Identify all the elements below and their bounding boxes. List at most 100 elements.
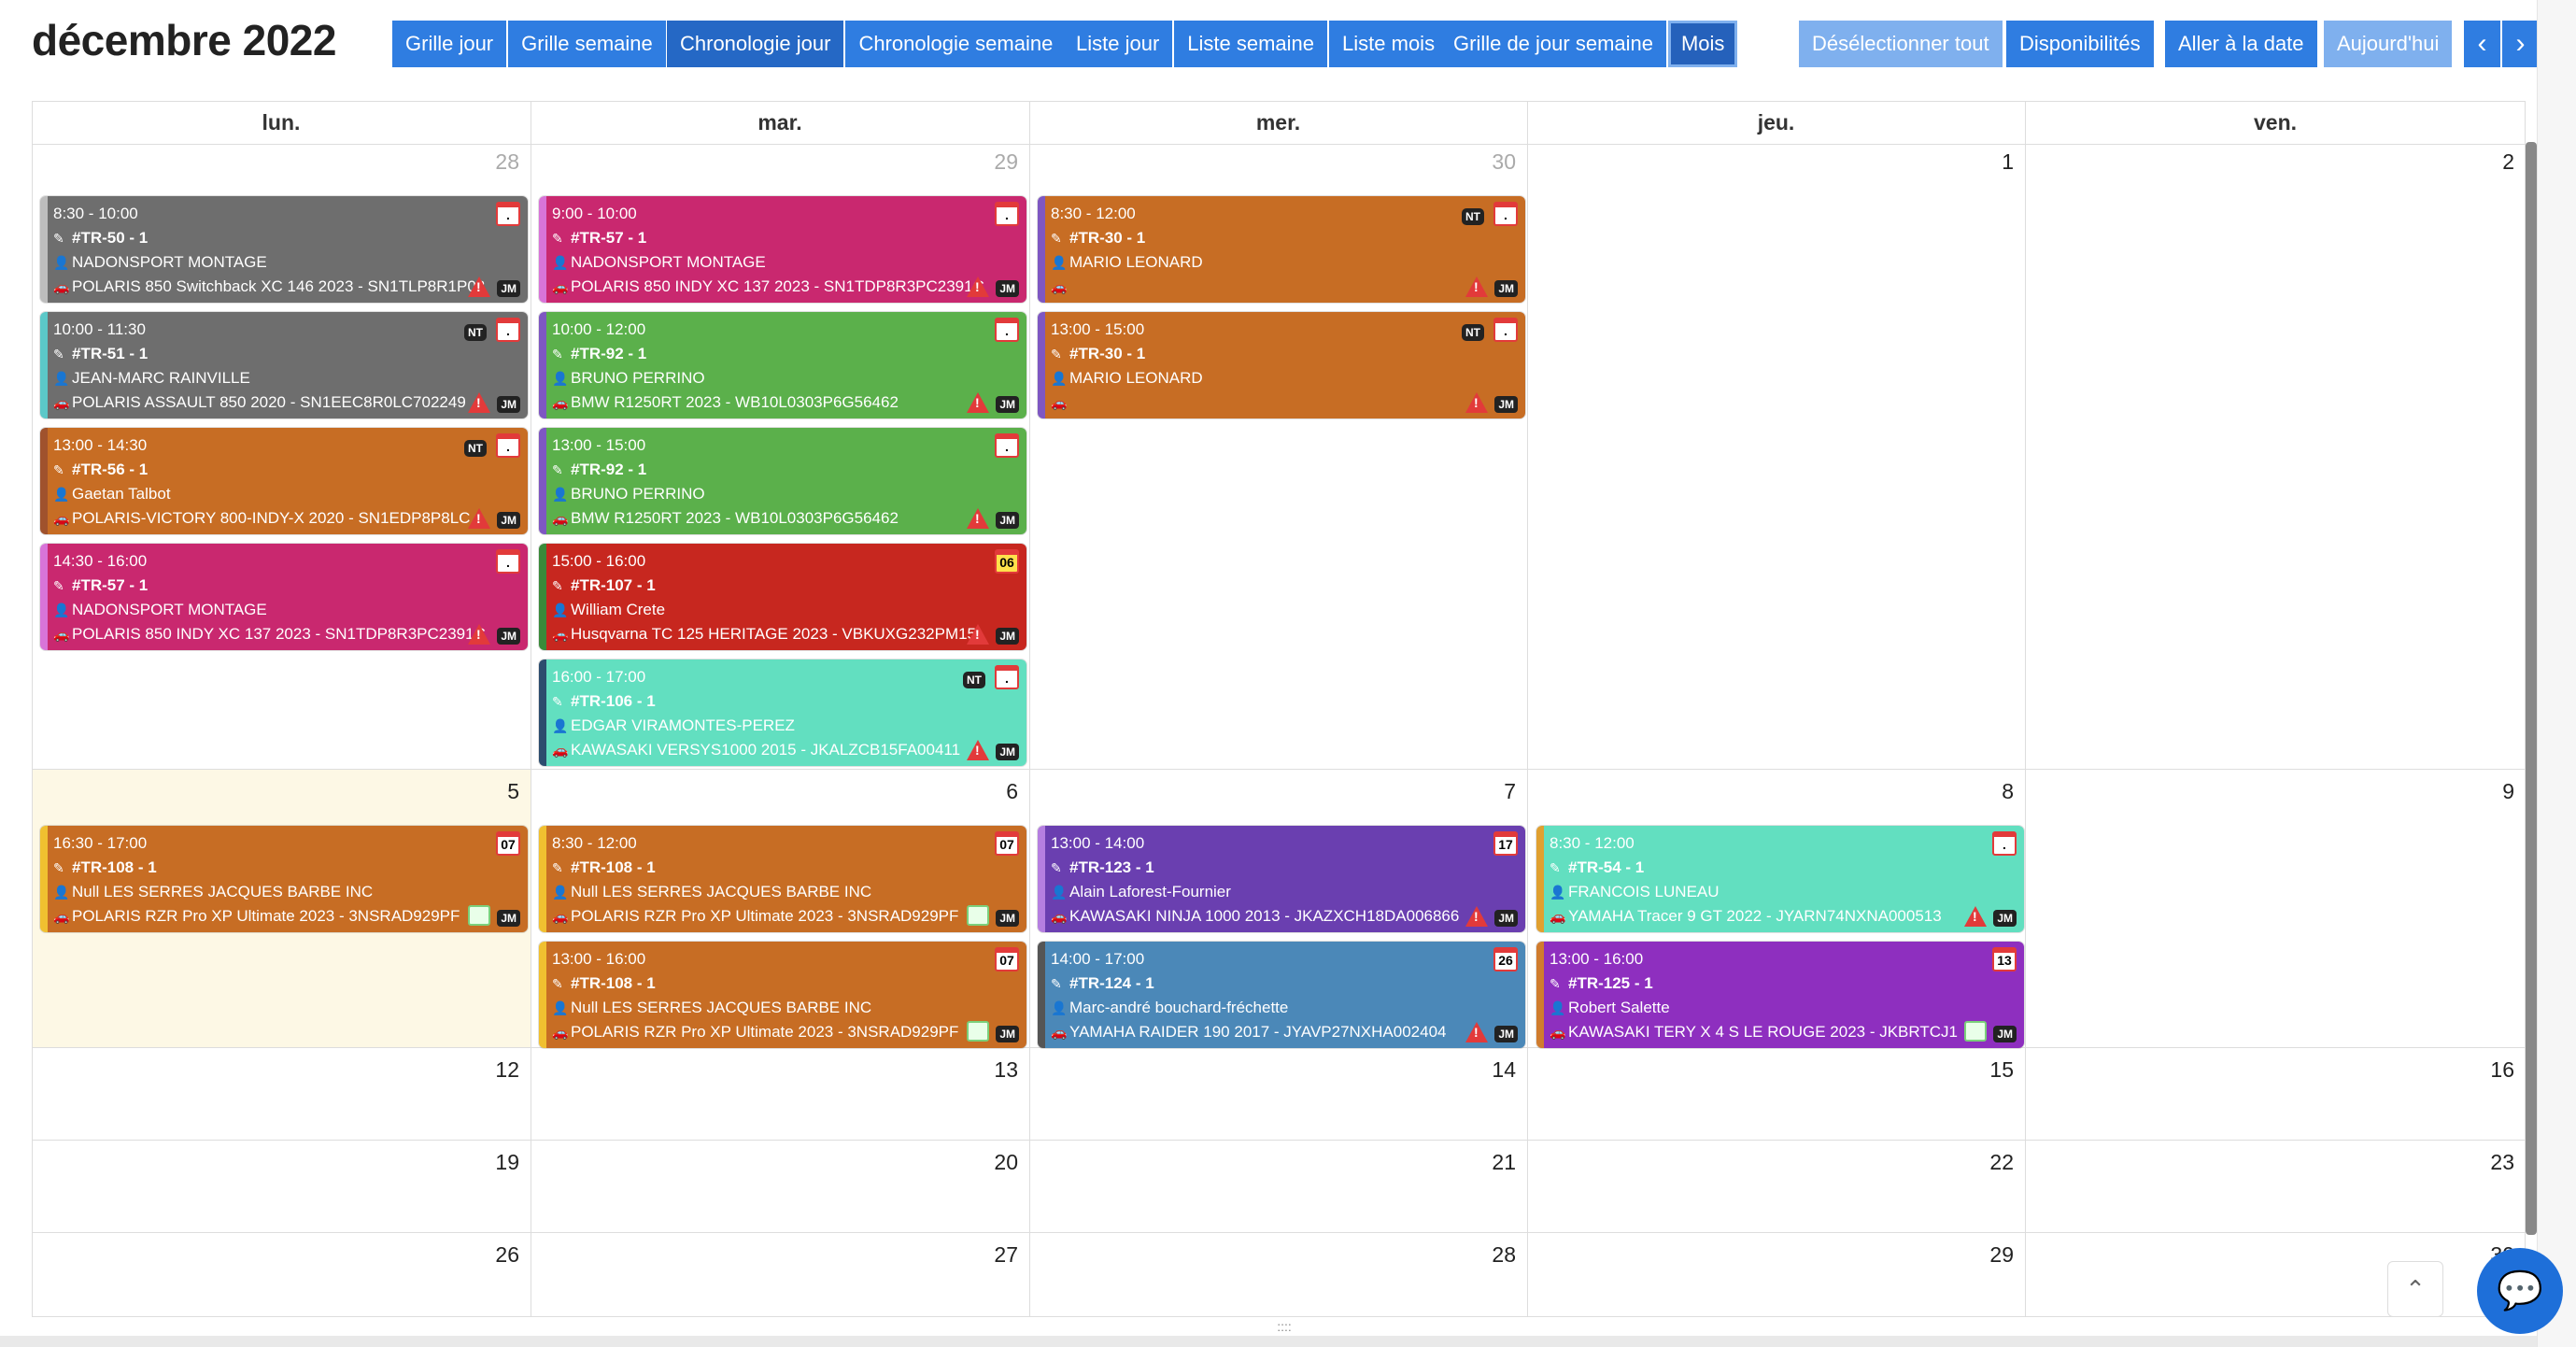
calendar-icon[interactable]: 06 [995, 549, 1019, 574]
day-number[interactable]: 9 [2025, 779, 2514, 804]
calendar-event[interactable]: 13:00 - 14:00 ✎ #TR-123 - 1 👤 Alain Laforest… [1038, 826, 1525, 932]
day-number[interactable]: 15 [1527, 1057, 2014, 1083]
calendar-icon[interactable]: 07 [496, 831, 520, 856]
btn-month[interactable]: Mois [1667, 21, 1738, 67]
ref-icon: ✎ [1051, 860, 1062, 875]
day-number[interactable]: 23 [2025, 1150, 2514, 1175]
btn-list-week[interactable]: Liste semaine [1174, 21, 1328, 67]
day-number[interactable]: 22 [1527, 1150, 2014, 1175]
calendar-event[interactable]: 13:00 - 15:00 ✎ #TR-92 - 1 👤 BRUNO PERRINO 🚗 B… [539, 428, 1026, 534]
day-number[interactable]: 14 [1029, 1057, 1516, 1083]
btn-timeline-day[interactable]: Chronologie jour [667, 21, 844, 67]
scrollbar-track[interactable] [2537, 0, 2576, 1347]
calendar-event[interactable]: 8:30 - 12:00 ✎ #TR-108 - 1 👤 Null LES SERRES… [539, 826, 1026, 932]
client-icon: 👤 [1550, 885, 1566, 900]
calendar-icon[interactable]: 07 [995, 831, 1019, 856]
assignee-badge: JM [497, 910, 520, 927]
day-number[interactable]: 6 [531, 779, 1018, 804]
scrollbar-thumb[interactable] [2526, 142, 2537, 1235]
chevron-left-icon[interactable]: ‹ [2464, 21, 2500, 67]
calendar-event[interactable]: 10:00 - 12:00 ✎ #TR-92 - 1 👤 BRUNO PERRINO 🚗 B… [539, 312, 1026, 418]
ref-icon: ✎ [552, 578, 563, 593]
btn-grid-week[interactable]: Grille semaine [508, 21, 666, 67]
calendar-event[interactable]: 10:00 - 11:30 ✎ #TR-51 - 1 👤 JEAN-MARC RAINV… [40, 312, 528, 418]
assignee-badge: JM [497, 280, 520, 297]
btn-timeline-week[interactable]: Chronologie semaine [845, 21, 1067, 67]
day-number[interactable]: 12 [32, 1057, 519, 1083]
day-number[interactable]: 28 [1029, 1242, 1516, 1268]
calendar-icon[interactable]: 26 [1493, 947, 1518, 971]
btn-today[interactable]: Aujourd'hui [2324, 21, 2453, 67]
event-time: 13:00 - 15:00 [1051, 320, 1145, 338]
calendar-event[interactable]: 13:00 - 14:30 ✎ #TR-56 - 1 👤 Gaetan Talbot 🚗 P… [40, 428, 528, 534]
day-number[interactable]: 29 [1527, 1242, 2014, 1268]
calendar-icon[interactable]: . [995, 433, 1019, 458]
calendar-icon[interactable]: . [995, 665, 1019, 689]
dayhead-tue: mar. [757, 109, 802, 135]
calendar-icon[interactable]: . [1493, 202, 1518, 226]
event-vehicle: POLARIS 850 INDY XC 137 2023 - SN1TDP8R3… [72, 625, 486, 643]
day-number[interactable]: 5 [32, 779, 519, 804]
btn-goto-date[interactable]: Aller à la date [2165, 21, 2317, 67]
btn-day-grid-week[interactable]: Grille de jour semaine [1440, 21, 1666, 67]
day-number[interactable]: 16 [2025, 1057, 2514, 1083]
day-number[interactable]: 27 [531, 1242, 1018, 1268]
btn-deselect-all[interactable]: Désélectionner tout [1799, 21, 2003, 67]
day-number[interactable]: 19 [32, 1150, 519, 1175]
day-number[interactable]: 20 [531, 1150, 1018, 1175]
event-ref: #TR-56 - 1 [72, 461, 149, 478]
calendar-icon[interactable]: . [1992, 831, 2017, 856]
chevron-right-icon[interactable]: › [2502, 21, 2539, 67]
calendar-event[interactable]: 8:30 - 10:00 ✎ #TR-50 - 1 👤 NADONSPORT MONTA… [40, 196, 528, 303]
calendar-icon[interactable]: 13 [1992, 947, 2017, 971]
calendar-event[interactable]: 9:00 - 10:00 ✎ #TR-57 - 1 👤 NADONSPORT MONTA… [539, 196, 1026, 303]
day-number[interactable]: 30 [1029, 149, 1516, 175]
calendar-icon[interactable]: . [995, 318, 1019, 342]
btn-list-month[interactable]: Liste mois [1329, 21, 1449, 67]
calendar-icon[interactable]: . [496, 202, 520, 226]
event-ref: #TR-123 - 1 [1069, 858, 1154, 876]
calendar-icon[interactable]: . [995, 202, 1019, 226]
btn-availability[interactable]: Disponibilités [2006, 21, 2154, 67]
day-number[interactable]: 8 [1527, 779, 2014, 804]
calendar-icon[interactable]: . [496, 549, 520, 574]
calendar-event[interactable]: 8:30 - 12:00 ✎ #TR-54 - 1 👤 FRANCOIS LUNEAU 🚗… [1536, 826, 2024, 932]
client-icon: 👤 [53, 255, 70, 270]
day-number[interactable]: 28 [32, 149, 519, 175]
calendar-event[interactable]: 14:00 - 17:00 ✎ #TR-124 - 1 👤 Marc-andré bou… [1038, 942, 1525, 1048]
calendar-event[interactable]: 8:30 - 12:00 ✎ #TR-30 - 1 👤 MARIO LEONARD 🚗. N… [1038, 196, 1525, 303]
day-number[interactable]: 13 [531, 1057, 1018, 1083]
ref-icon: ✎ [552, 694, 563, 709]
calendar-icon[interactable]: 07 [995, 947, 1019, 971]
calendar-event[interactable]: 15:00 - 16:00 ✎ #TR-107 - 1 👤 William Crete 🚗… [539, 544, 1026, 650]
day-number[interactable]: 7 [1029, 779, 1516, 804]
day-number[interactable]: 26 [32, 1242, 519, 1268]
calendar-icon[interactable]: . [1493, 318, 1518, 342]
scroll-up-button[interactable]: ⌃ [2387, 1261, 2443, 1317]
chat-icon[interactable]: 💬 [2477, 1248, 2563, 1334]
assignee-badge: JM [1993, 1026, 2017, 1042]
client-icon: 👤 [1051, 885, 1068, 900]
calendar-event[interactable]: 16:00 - 17:00 ✎ #TR-106 - 1 👤 EDGAR VIRAMONT… [539, 659, 1026, 766]
event-vehicle: YAMAHA RAIDER 190 2017 - JYAVP27NXHA0024… [1069, 1023, 1447, 1041]
calendar-icon[interactable]: . [496, 433, 520, 458]
event-time: 13:00 - 15:00 [552, 436, 646, 454]
calendar-icon[interactable]: 17 [1493, 831, 1518, 856]
day-number[interactable]: 29 [531, 149, 1018, 175]
btn-grid-day[interactable]: Grille jour [392, 21, 507, 67]
day-number[interactable]: 2 [2025, 149, 2514, 175]
calendar-event[interactable]: 14:30 - 16:00 ✎ #TR-57 - 1 👤 NADONSPORT MONT… [40, 544, 528, 650]
calendar-event[interactable]: 16:30 - 17:00 ✎ #TR-108 - 1 👤 Null LES SERRE… [40, 826, 528, 932]
page-title: décembre 2022 [32, 16, 336, 64]
calendar-icon[interactable]: . [496, 318, 520, 342]
event-ref: #TR-30 - 1 [1069, 345, 1146, 362]
day-number[interactable]: 21 [1029, 1150, 1516, 1175]
calendar-event[interactable]: 13:00 - 16:00 ✎ #TR-108 - 1 👤 Null LES SERRE… [539, 942, 1026, 1048]
ref-icon: ✎ [53, 578, 64, 593]
btn-list-day[interactable]: Liste jour [1063, 21, 1173, 67]
resize-handle[interactable]: :::: [1270, 1320, 1298, 1333]
calendar-event[interactable]: 13:00 - 16:00 ✎ #TR-125 - 1 👤 Robert Salette… [1536, 942, 2024, 1048]
calendar-event[interactable]: 13:00 - 15:00 ✎ #TR-30 - 1 👤 MARIO LEONARD 🚗.… [1038, 312, 1525, 418]
day-number[interactable]: 1 [1527, 149, 2014, 175]
ref-icon: ✎ [1051, 976, 1062, 991]
